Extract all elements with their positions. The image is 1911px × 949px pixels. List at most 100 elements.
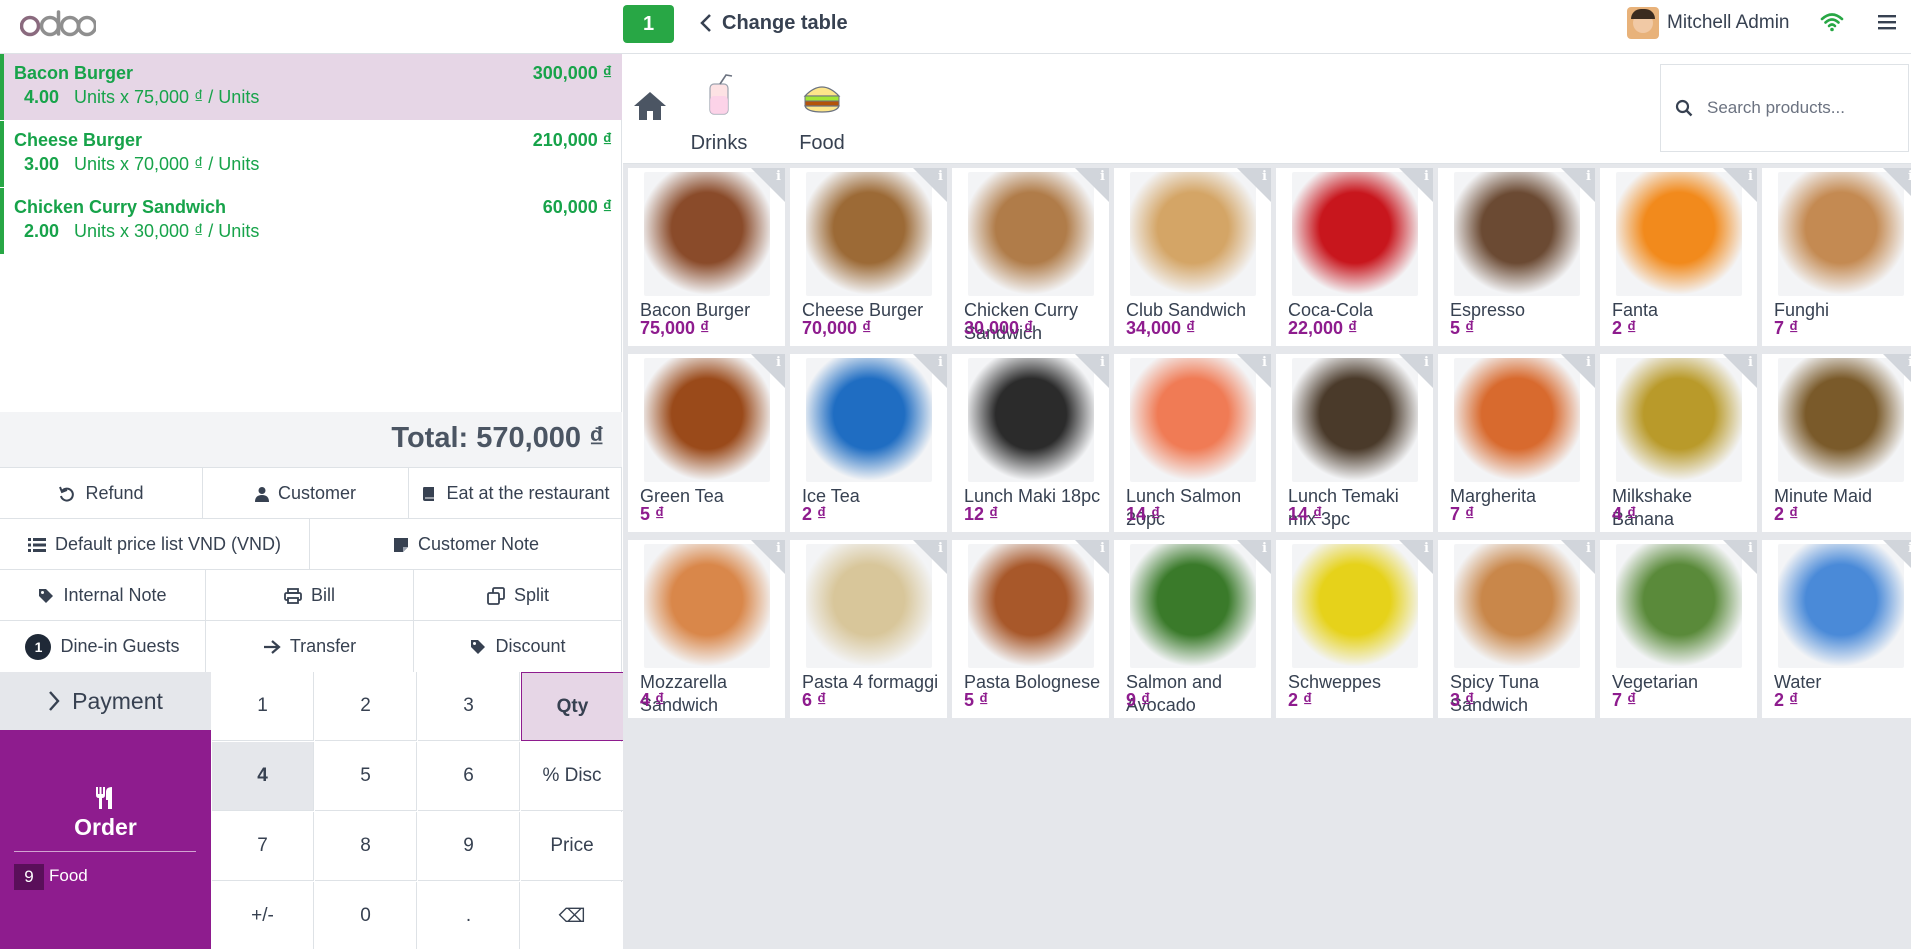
info-corner[interactable] (1883, 540, 1911, 574)
info-icon[interactable]: i (1100, 169, 1105, 184)
key-4[interactable]: 4 (212, 742, 314, 811)
decimal-button[interactable]: . (418, 882, 520, 949)
product-card-coca-cola[interactable]: i Coca-Cola 22,000 ₫ (1276, 168, 1433, 346)
product-price: 5 ₫ (964, 690, 989, 710)
food-icon (803, 86, 841, 113)
product-card-funghi[interactable]: i Funghi 7 ₫ (1762, 168, 1911, 346)
odoo-logo[interactable] (20, 4, 96, 44)
product-card-lunch-salmon-20pc[interactable]: i Lunch Salmon 20pc 14 ₫ (1114, 354, 1271, 532)
info-icon[interactable]: i (776, 169, 781, 184)
info-icon[interactable]: i (1424, 169, 1429, 184)
search-input[interactable] (1707, 98, 1897, 118)
discount-button[interactable]: Discount (414, 621, 622, 672)
print-icon (284, 587, 302, 604)
info-icon[interactable]: i (938, 541, 943, 556)
user-menu[interactable]: Mitchell Admin (1627, 6, 1790, 40)
split-button[interactable]: Split (414, 570, 622, 621)
key-0[interactable]: 0 (315, 882, 417, 949)
info-icon[interactable]: i (1100, 541, 1105, 556)
refund-button[interactable]: Refund (0, 468, 203, 519)
payment-button[interactable]: Payment (0, 672, 211, 730)
key-8[interactable]: 8 (315, 812, 417, 881)
product-card-minute-maid[interactable]: i Minute Maid 2 ₫ (1762, 354, 1911, 532)
info-corner[interactable] (1883, 168, 1911, 202)
product-card-green-tea[interactable]: i Green Tea 5 ₫ (628, 354, 785, 532)
orderline-cheese-burger[interactable]: Cheese Burger 210,000 ₫ 3.00 Units x 70,… (0, 121, 622, 187)
pricelist-button[interactable]: Default price list VND (VND) (0, 519, 310, 570)
key-9[interactable]: 9 (418, 812, 520, 881)
key-6[interactable]: 6 (418, 742, 520, 811)
product-price: 34,000 ₫ (1126, 318, 1196, 338)
total-bar: Total: 570,000 ₫ (0, 412, 622, 468)
info-icon[interactable]: i (776, 541, 781, 556)
product-card-lunch-temaki-mix-3pc[interactable]: i Lunch Temaki mix 3pc 14 ₫ (1276, 354, 1433, 532)
plus-minus-button[interactable]: +/- (212, 882, 314, 949)
product-card-pasta-bolognese[interactable]: i Pasta Bolognese 5 ₫ (952, 540, 1109, 718)
product-card-pasta-4-formaggi[interactable]: i Pasta 4 formaggi 6 ₫ (790, 540, 947, 718)
product-card-vegetarian[interactable]: i Vegetarian 7 ₫ (1600, 540, 1757, 718)
home-icon[interactable] (632, 90, 668, 122)
table-number-badge[interactable]: 1 (623, 5, 674, 43)
order-button[interactable]: Order 9 Food (0, 730, 211, 949)
eat-at-restaurant-button[interactable]: Eat at the restaurant (409, 468, 622, 519)
product-card-margherita[interactable]: i Margherita 7 ₫ (1438, 354, 1595, 532)
product-card-fanta[interactable]: i Fanta 2 ₫ (1600, 168, 1757, 346)
price-mode-button[interactable]: Price (521, 812, 624, 881)
product-card-club-sandwich[interactable]: i Club Sandwich 34,000 ₫ (1114, 168, 1271, 346)
info-icon[interactable]: i (1748, 541, 1753, 556)
dine-in-guests-label: Dine-in Guests (60, 636, 180, 656)
product-card-water[interactable]: i Water 2 ₫ (1762, 540, 1911, 718)
info-icon[interactable]: i (1262, 355, 1267, 370)
bill-button[interactable]: Bill (206, 570, 414, 621)
product-card-milkshake-banana[interactable]: i Milkshake Banana 4 ₫ (1600, 354, 1757, 532)
key-5[interactable]: 5 (315, 742, 417, 811)
product-card-mozzarella-sandwich[interactable]: i Mozzarella Sandwich 4 ₫ (628, 540, 785, 718)
dine-in-guests-button[interactable]: 1 Dine-in Guests (0, 621, 206, 672)
product-price: 2 ₫ (802, 504, 827, 524)
qty-mode-button[interactable]: Qty (521, 672, 624, 741)
info-icon[interactable]: i (1424, 541, 1429, 556)
info-icon[interactable]: i (1748, 355, 1753, 370)
product-card-salmon-and-avocado[interactable]: i Salmon and Avocado 9 ₫ (1114, 540, 1271, 718)
info-icon[interactable]: i (1748, 169, 1753, 184)
customer-button[interactable]: Customer (203, 468, 409, 519)
orderline-unit-price: Units x 70,000 ₫ / Units (74, 154, 260, 174)
product-card-ice-tea[interactable]: i Ice Tea 2 ₫ (790, 354, 947, 532)
category-food[interactable]: Food (782, 74, 862, 155)
product-card-cheese-burger[interactable]: i Cheese Burger 70,000 ₫ (790, 168, 947, 346)
key-7[interactable]: 7 (212, 812, 314, 881)
payment-label: Payment (72, 687, 163, 714)
product-card-lunch-maki-18pc[interactable]: i Lunch Maki 18pc 12 ₫ (952, 354, 1109, 532)
internal-note-button[interactable]: Internal Note (0, 570, 206, 621)
info-icon[interactable]: i (1262, 169, 1267, 184)
orderline-qty: 4.00 (24, 87, 60, 107)
product-card-chicken-curry-sandwich[interactable]: i Chicken Curry Sandwich 30,000 ₫ (952, 168, 1109, 346)
info-icon[interactable]: i (938, 355, 943, 370)
product-card-spicy-tuna-sandwich[interactable]: i Spicy Tuna Sandwich 3 ₫ (1438, 540, 1595, 718)
orderline-bacon-burger[interactable]: Bacon Burger 300,000 ₫ 4.00 Units x 75,0… (0, 54, 622, 120)
info-icon[interactable]: i (1262, 541, 1267, 556)
product-card-bacon-burger[interactable]: i Bacon Burger 75,000 ₫ (628, 168, 785, 346)
info-icon[interactable]: i (776, 355, 781, 370)
orderline-chicken-curry-sandwich[interactable]: Chicken Curry Sandwich 60,000 ₫ 2.00 Uni… (0, 188, 622, 254)
category-drinks[interactable]: Drinks (679, 74, 759, 155)
key-3[interactable]: 3 (418, 672, 520, 741)
info-corner[interactable] (1883, 354, 1911, 388)
search-box[interactable] (1660, 64, 1909, 152)
key-2[interactable]: 2 (315, 672, 417, 741)
info-icon[interactable]: i (938, 169, 943, 184)
info-icon[interactable]: i (1586, 355, 1591, 370)
backspace-button[interactable]: ⌫ (521, 882, 624, 949)
info-icon[interactable]: i (1586, 541, 1591, 556)
transfer-button[interactable]: Transfer (206, 621, 414, 672)
key-1[interactable]: 1 (212, 672, 314, 741)
info-icon[interactable]: i (1586, 169, 1591, 184)
customer-note-button[interactable]: Customer Note (310, 519, 622, 570)
info-icon[interactable]: i (1424, 355, 1429, 370)
hamburger-menu-icon[interactable] (1877, 12, 1897, 32)
product-card-espresso[interactable]: i Espresso 5 ₫ (1438, 168, 1595, 346)
change-table-button[interactable]: Change table (700, 8, 848, 38)
discount-mode-button[interactable]: % Disc (521, 742, 624, 811)
product-card-schweppes[interactable]: i Schweppes 2 ₫ (1276, 540, 1433, 718)
info-icon[interactable]: i (1100, 355, 1105, 370)
